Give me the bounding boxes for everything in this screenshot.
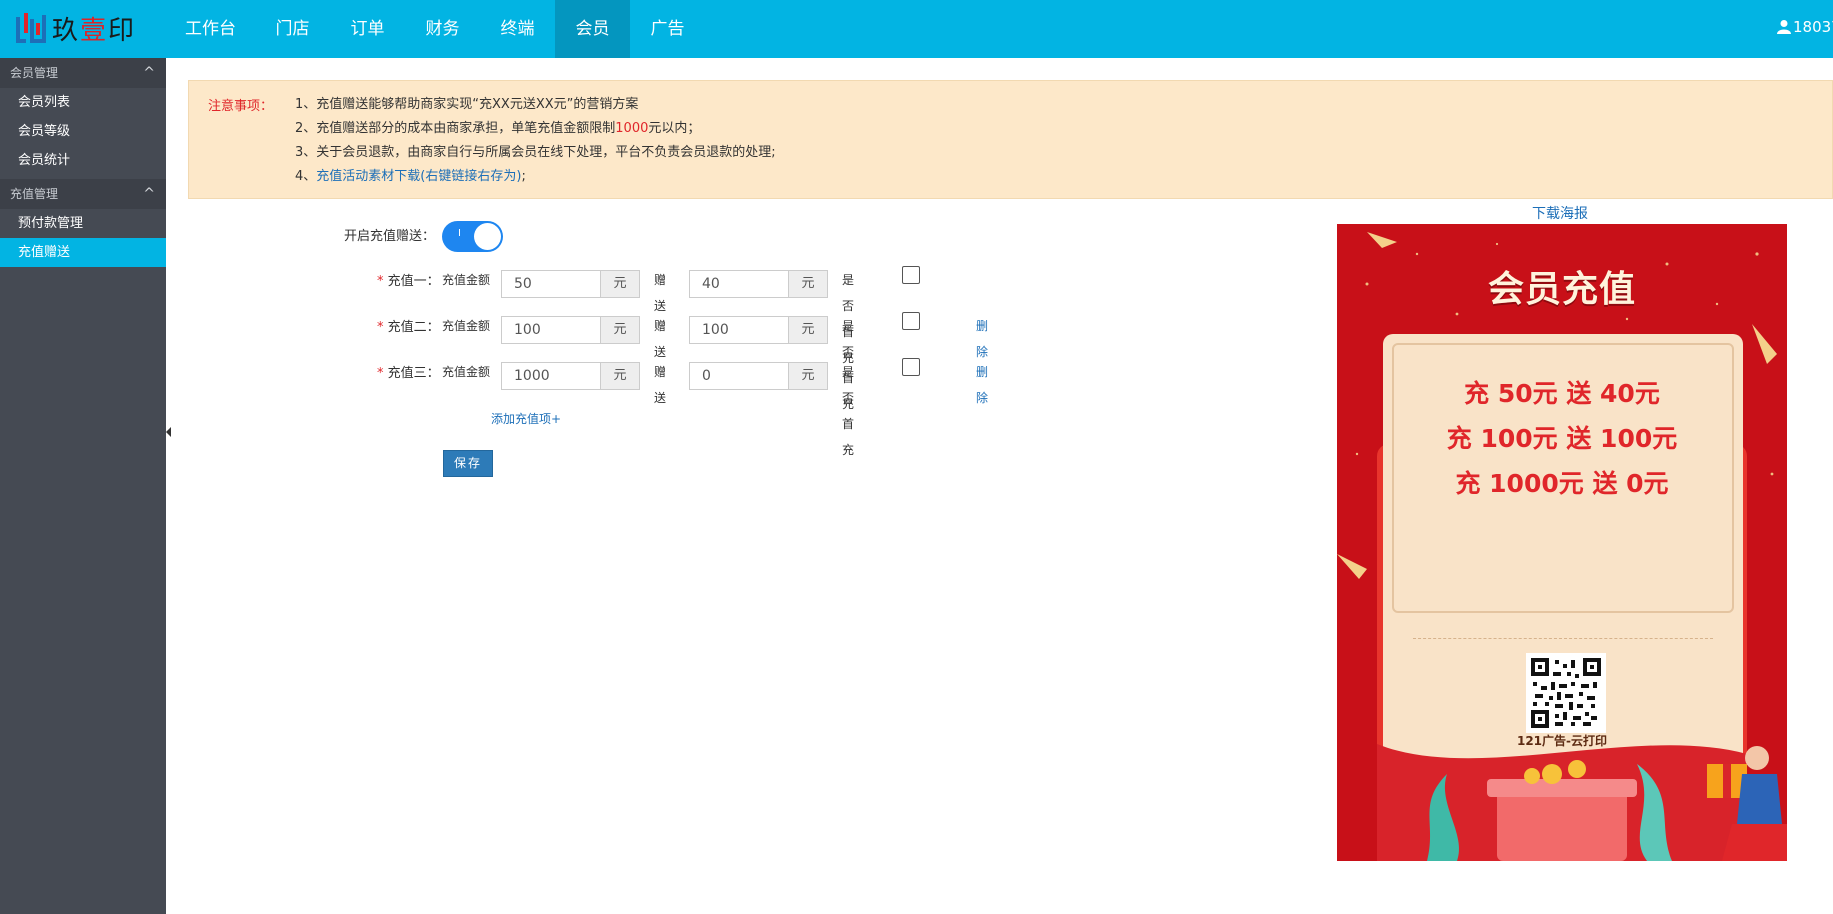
- sidebar-group-title: 充值管理: [10, 187, 59, 201]
- recharge-amount-input[interactable]: 100: [501, 316, 602, 344]
- gift-unit: 元: [788, 316, 828, 344]
- gift-amount-input[interactable]: 40: [689, 270, 790, 298]
- recharge-gift-toggle[interactable]: I: [442, 221, 503, 252]
- amount-label: 充值金额: [442, 365, 491, 379]
- gift-amount-input[interactable]: 0: [689, 362, 790, 390]
- toggle-on-mark: I: [458, 228, 461, 239]
- first-recharge-checkbox[interactable]: [902, 312, 920, 330]
- first-recharge-checkbox[interactable]: [902, 266, 920, 284]
- gift-label: 赠送: [654, 365, 667, 405]
- nav-item-workbench[interactable]: 工作台: [166, 0, 255, 58]
- chevron-up-icon[interactable]: ^: [143, 58, 155, 88]
- delete-row-button[interactable]: 删除: [976, 359, 988, 411]
- amount-unit: 元: [600, 316, 640, 344]
- sidebar-item-member-level[interactable]: 会员等级: [0, 117, 166, 146]
- sidebar: 会员管理 ^ 会员列表 会员等级 会员统计 充值管理 ^ 预付款管理 充值赠送: [0, 58, 166, 914]
- nav-item-orders[interactable]: 订单: [330, 0, 405, 58]
- sidebar-item-member-list[interactable]: 会员列表: [0, 88, 166, 117]
- user-icon: [1777, 20, 1791, 34]
- nav-item-stores[interactable]: 门店: [255, 0, 330, 58]
- notice-line-1: 1、充值赠送能够帮助商家实现“充XX元送XX元”的营销方案: [295, 97, 639, 112]
- chevron-up-icon[interactable]: ^: [143, 179, 155, 209]
- user-menu[interactable]: 18037: [1777, 0, 1833, 58]
- first-recharge-label: 是否首充: [842, 365, 855, 457]
- top-bar: 玖壹印 工作台 门店 订单 财务 终端 会员 广告 18037: [0, 0, 1833, 58]
- amount-label: 充值金额: [442, 273, 491, 287]
- poster-offer-1: 充 50元 送 40元: [1464, 379, 1660, 408]
- sidebar-group-title: 会员管理: [10, 66, 59, 80]
- notice-panel: 注意事项： 1、充值赠送能够帮助商家实现“充XX元送XX元”的营销方案 2、充值…: [188, 80, 1833, 199]
- logo[interactable]: 玖壹印: [14, 10, 136, 46]
- amount-unit: 元: [600, 362, 640, 390]
- recharge-poster: 会员充值 充 50元 送 40元 充 100元 送 100元 充 1000元 送…: [1337, 224, 1787, 861]
- main-nav: 工作台 门店 订单 财务 终端 会员 广告: [166, 0, 705, 58]
- user-name: 18037: [1793, 18, 1833, 36]
- sidebar-item-member-stats[interactable]: 会员统计: [0, 146, 166, 175]
- toggle-knob: [474, 223, 501, 250]
- logo-text: 玖壹印: [52, 15, 137, 46]
- first-recharge-checkbox[interactable]: [902, 358, 920, 376]
- poster-offer-3: 充 1000元 送 0元: [1455, 469, 1669, 498]
- recharge-gift-switch-label: 开启充值赠送：: [344, 229, 436, 244]
- material-download-link[interactable]: 充值活动素材下载(右键链接右存为): [316, 169, 521, 184]
- nav-item-finance[interactable]: 财务: [405, 0, 480, 58]
- recharge-row-label: * 充值一：: [377, 274, 440, 289]
- poster-gift-illustration: [1377, 744, 1787, 861]
- notice-label: 注意事项：: [208, 99, 274, 114]
- delete-row-button[interactable]: 删除: [976, 313, 988, 365]
- recharge-row-label: * 充值二：: [377, 320, 440, 335]
- sidebar-collapse-handle-icon[interactable]: [166, 427, 171, 437]
- sidebar-item-prepayment[interactable]: 预付款管理: [0, 209, 166, 238]
- qr-code-icon: [1526, 653, 1606, 733]
- poster-title: 会员充值: [1487, 269, 1636, 310]
- download-poster-link[interactable]: 下载海报: [1532, 203, 1588, 223]
- sidebar-group-member-management[interactable]: 会员管理 ^: [0, 58, 166, 88]
- recharge-amount-input[interactable]: 50: [501, 270, 602, 298]
- save-button[interactable]: 保存: [443, 450, 493, 477]
- gift-unit: 元: [788, 362, 828, 390]
- sidebar-group-recharge-management[interactable]: 充值管理 ^: [0, 179, 166, 209]
- notice-lines: 1、充值赠送能够帮助商家实现“充XX元送XX元”的营销方案 2、充值赠送部分的成…: [295, 95, 776, 191]
- recharge-limit: 1000: [615, 121, 649, 136]
- gift-amount-input[interactable]: 100: [689, 316, 790, 344]
- notice-line-2: 2、充值赠送部分的成本由商家承担，单笔充值金额限制1000元以内；: [295, 121, 701, 136]
- gift-label: 赠送: [654, 319, 667, 359]
- notice-line-4: 4、充值活动素材下载(右键链接右存为);: [295, 169, 526, 184]
- gift-unit: 元: [788, 270, 828, 298]
- logo-icon: [14, 11, 48, 45]
- nav-item-terminals[interactable]: 终端: [480, 0, 555, 58]
- nav-item-ads[interactable]: 广告: [630, 0, 705, 58]
- amount-unit: 元: [600, 270, 640, 298]
- recharge-amount-input[interactable]: 1000: [501, 362, 602, 390]
- nav-item-members[interactable]: 会员: [555, 0, 630, 58]
- add-recharge-item-link[interactable]: 添加充值项+: [491, 410, 561, 427]
- sidebar-item-recharge-gift[interactable]: 充值赠送: [0, 238, 166, 267]
- notice-line-3: 3、关于会员退款，由商家自行与所属会员在线下处理，平台不负责会员退款的处理;: [295, 145, 776, 160]
- gift-label: 赠送: [654, 273, 667, 313]
- amount-label: 充值金额: [442, 319, 491, 333]
- poster-divider: [1413, 638, 1713, 639]
- poster-offer-2: 充 100元 送 100元: [1446, 424, 1678, 453]
- recharge-row-label: * 充值三：: [377, 366, 440, 381]
